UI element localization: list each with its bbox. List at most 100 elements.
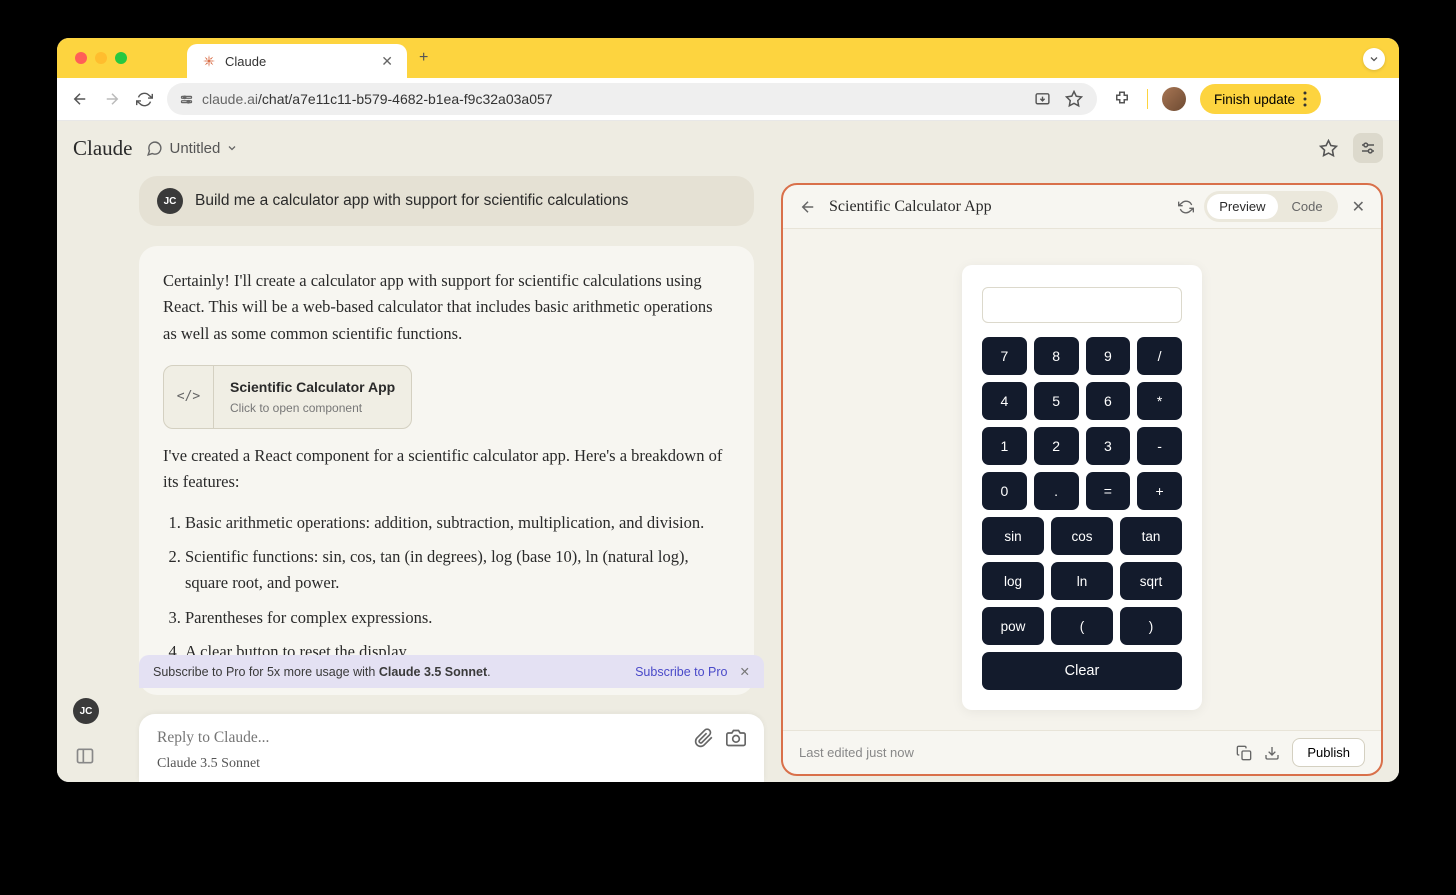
preview-tab[interactable]: Preview (1207, 194, 1277, 219)
calc-key-6[interactable]: 6 (1086, 382, 1131, 420)
artifact-back-button[interactable] (799, 198, 817, 216)
extensions-icon[interactable] (1111, 88, 1133, 110)
artifact-card-title: Scientific Calculator App (230, 376, 395, 398)
calc-key-equals[interactable]: = (1086, 472, 1131, 510)
chevron-down-icon (226, 142, 238, 154)
calculator: 7 8 9 / 4 5 6 * 1 2 3 - 0 (962, 265, 1202, 710)
new-tab-button[interactable]: + (419, 49, 428, 67)
promo-cta[interactable]: Subscribe to Pro (635, 665, 727, 679)
url-host: claude.ai (202, 91, 258, 107)
claude-logo-icon (201, 53, 217, 69)
more-icon (1303, 91, 1307, 107)
copy-icon[interactable] (1236, 745, 1252, 761)
calc-key-1[interactable]: 1 (982, 427, 1027, 465)
assistant-intro: Certainly! I'll create a calculator app … (163, 268, 730, 347)
nav-forward-button[interactable] (103, 90, 121, 108)
artifact-footer: Last edited just now Publish (783, 730, 1381, 774)
window-minimize[interactable] (95, 52, 107, 64)
list-item: Scientific functions: sin, cos, tan (in … (185, 544, 730, 597)
calc-key-5[interactable]: 5 (1034, 382, 1079, 420)
calc-key-ln[interactable]: ln (1051, 562, 1113, 600)
calc-key-3[interactable]: 3 (1086, 427, 1131, 465)
publish-button[interactable]: Publish (1292, 738, 1365, 767)
calc-key-sqrt[interactable]: sqrt (1120, 562, 1182, 600)
calc-key-multiply[interactable]: * (1137, 382, 1182, 420)
tab-title: Claude (225, 54, 373, 69)
calc-key-4[interactable]: 4 (982, 382, 1027, 420)
chat-title-dropdown[interactable]: Untitled (146, 140, 238, 157)
user-avatar: JC (157, 188, 183, 214)
toolbar-divider (1147, 89, 1148, 109)
assistant-body: I've created a React component for a sci… (163, 443, 730, 496)
code-tab[interactable]: Code (1280, 194, 1335, 219)
favorite-star-button[interactable] (1313, 133, 1343, 163)
site-settings-icon[interactable] (179, 92, 194, 107)
artifact-status: Last edited just now (799, 745, 914, 760)
calc-key-sin[interactable]: sin (982, 517, 1044, 555)
chat-title: Untitled (169, 140, 220, 157)
artifact-panel-title: Scientific Calculator App (829, 198, 992, 216)
list-item: Basic arithmetic operations: addition, s… (185, 510, 730, 536)
calc-key-plus[interactable]: + (1137, 472, 1182, 510)
side-user-avatar[interactable]: JC (73, 698, 99, 724)
input-area: Claude 3.5 Sonnet (139, 714, 764, 782)
browser-tab[interactable]: Claude ✕ (187, 44, 407, 78)
bookmark-star-icon[interactable] (1063, 88, 1085, 110)
tab-close-icon[interactable]: ✕ (381, 53, 393, 70)
artifact-header: Scientific Calculator App Preview Code ✕ (783, 185, 1381, 229)
download-icon[interactable] (1264, 745, 1280, 761)
calc-key-0[interactable]: 0 (982, 472, 1027, 510)
window-controls (75, 52, 127, 64)
calc-key-minus[interactable]: - (1137, 427, 1182, 465)
attachment-icon[interactable] (694, 728, 714, 748)
browser-tab-strip: Claude ✕ + (57, 38, 1399, 78)
settings-sliders-button[interactable] (1353, 133, 1383, 163)
window-close[interactable] (75, 52, 87, 64)
feature-list: Basic arithmetic operations: addition, s… (163, 510, 730, 666)
calc-key-9[interactable]: 9 (1086, 337, 1131, 375)
finish-update-label: Finish update (1214, 92, 1295, 107)
finish-update-button[interactable]: Finish update (1200, 84, 1321, 114)
reload-button[interactable] (135, 90, 153, 108)
calc-key-dot[interactable]: . (1034, 472, 1079, 510)
calc-key-2[interactable]: 2 (1034, 427, 1079, 465)
artifact-card-subtitle: Click to open component (230, 399, 395, 418)
calc-key-tan[interactable]: tan (1120, 517, 1182, 555)
camera-icon[interactable] (726, 728, 746, 748)
model-label[interactable]: Claude 3.5 Sonnet (157, 756, 746, 772)
nav-back-button[interactable] (71, 90, 89, 108)
calculator-display[interactable] (982, 287, 1182, 323)
calc-key-lparen[interactable]: ( (1051, 607, 1113, 645)
url-path: /chat/a7e11c11-b579-4682-b1ea-f9c32a03a0… (258, 91, 553, 107)
artifact-refresh-icon[interactable] (1178, 199, 1194, 215)
calc-key-pow[interactable]: pow (982, 607, 1044, 645)
calc-key-cos[interactable]: cos (1051, 517, 1113, 555)
calc-key-divide[interactable]: / (1137, 337, 1182, 375)
artifact-close-icon[interactable]: ✕ (1352, 197, 1365, 217)
promo-close-icon[interactable]: ✕ (740, 664, 750, 679)
calc-key-rparen[interactable]: ) (1120, 607, 1182, 645)
artifact-body: 7 8 9 / 4 5 6 * 1 2 3 - 0 (783, 229, 1381, 730)
calc-key-log[interactable]: log (982, 562, 1044, 600)
reply-input[interactable] (157, 729, 682, 747)
artifact-panel: Scientific Calculator App Preview Code ✕ (781, 183, 1383, 776)
window-maximize[interactable] (115, 52, 127, 64)
install-app-icon[interactable] (1031, 88, 1053, 110)
app-brand[interactable]: Claude (73, 136, 132, 161)
calc-key-7[interactable]: 7 (982, 337, 1027, 375)
assistant-message: Certainly! I'll create a calculator app … (139, 246, 754, 695)
user-message: JC Build me a calculator app with suppor… (139, 176, 754, 226)
calc-key-clear[interactable]: Clear (982, 652, 1182, 690)
app-header: Claude Untitled (57, 121, 1399, 175)
calc-key-8[interactable]: 8 (1034, 337, 1079, 375)
sidebar-toggle-icon[interactable] (75, 746, 95, 766)
tabs-dropdown[interactable] (1363, 48, 1385, 70)
promo-banner: Subscribe to Pro for 5x more usage with … (139, 655, 764, 688)
profile-avatar[interactable] (1162, 87, 1186, 111)
code-icon: </> (164, 366, 214, 428)
artifact-card[interactable]: </> Scientific Calculator App Click to o… (163, 365, 412, 429)
url-field[interactable]: claude.ai/chat/a7e11c11-b579-4682-b1ea-f… (167, 83, 1097, 115)
view-toggle: Preview Code (1204, 191, 1337, 222)
chat-icon (146, 140, 163, 157)
promo-text: Subscribe to Pro for 5x more usage with … (153, 665, 491, 679)
